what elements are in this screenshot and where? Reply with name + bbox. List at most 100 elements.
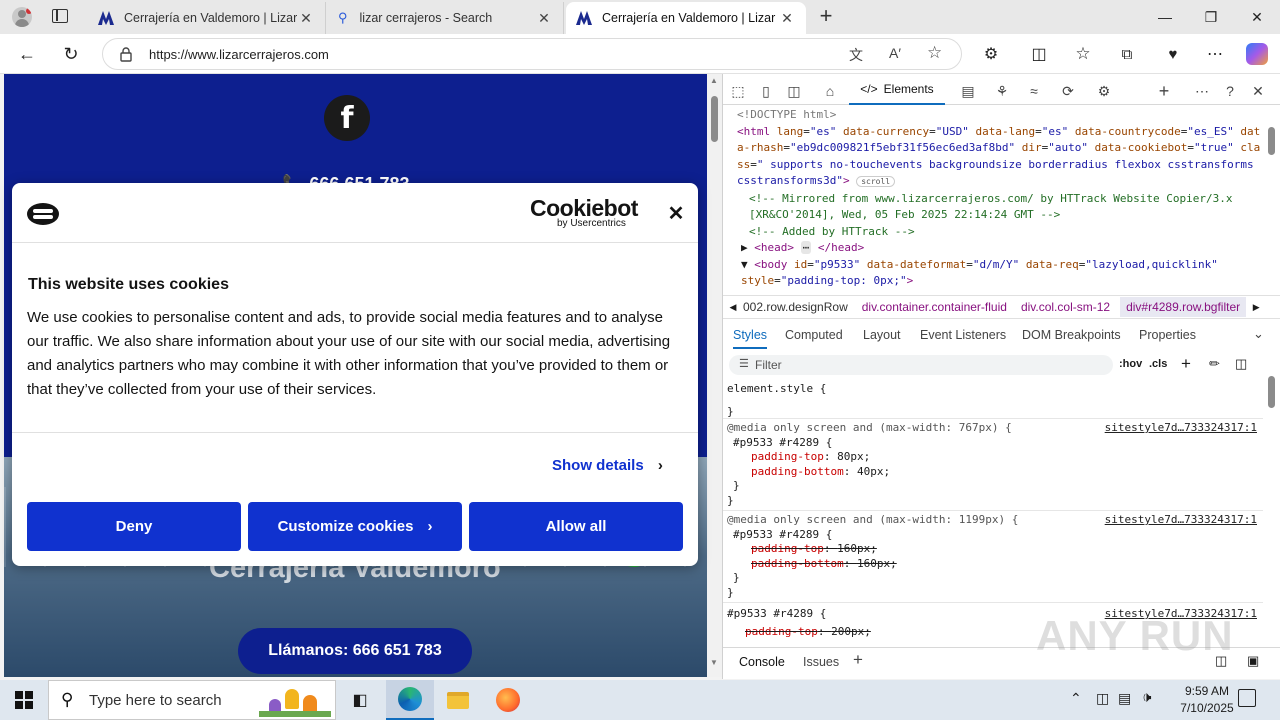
- breadcrumb-item[interactable]: div.container.container-fluid: [862, 300, 1007, 314]
- paint-brush-icon[interactable]: ✏: [1209, 356, 1220, 372]
- file-explorer-icon[interactable]: [434, 680, 482, 720]
- prop-name[interactable]: padding-bottom: [751, 465, 844, 478]
- settings-more-icon[interactable]: ⋯: [1200, 39, 1230, 69]
- back-button[interactable]: ←: [12, 39, 42, 69]
- welcome-home-icon[interactable]: ⌂: [819, 80, 841, 102]
- new-rule-plus-icon[interactable]: +: [1181, 354, 1191, 374]
- tab-elements[interactable]: </> Elements: [849, 74, 945, 105]
- tab-styles[interactable]: Styles: [733, 328, 768, 349]
- filter-box[interactable]: ☰ Filter: [729, 355, 1113, 375]
- tab-dom-breakpoints[interactable]: DOM Breakpoints: [1022, 328, 1121, 342]
- restore-button[interactable]: ❐: [1188, 0, 1234, 34]
- dom-head-node[interactable]: ▶ <head> ⋯ </head>: [737, 240, 1263, 257]
- dom-comment-1[interactable]: <!-- Mirrored from www.lizarcerrajeros.c…: [737, 191, 1263, 224]
- lock-icon[interactable]: [119, 46, 133, 62]
- address-bar[interactable]: https://www.lizarcerrajeros.com 文 A′ ☆: [102, 38, 962, 70]
- dock-icon[interactable]: ◫: [783, 80, 805, 102]
- prop-value[interactable]: 80px;: [837, 450, 870, 463]
- clock-date[interactable]: 7/10/2025: [1172, 701, 1242, 715]
- translate-icon[interactable]: 文: [849, 45, 863, 65]
- dom-comment-2[interactable]: <!-- Added by HTTrack -->: [737, 224, 1263, 241]
- tab-event-listeners[interactable]: Event Listeners: [920, 328, 1006, 342]
- close-devtools-icon[interactable]: ✕: [1247, 80, 1269, 102]
- minimize-button[interactable]: —: [1142, 0, 1188, 34]
- chevron-down-icon[interactable]: ⌄: [1253, 326, 1264, 342]
- rule-source-link[interactable]: sitestyle7d…733324317:1: [1105, 513, 1257, 528]
- tab-search[interactable]: ⚲ lizar cerrajeros - Search ✕: [328, 2, 564, 34]
- show-details-link[interactable]: Show details ›: [552, 457, 663, 474]
- url-text[interactable]: https://www.lizarcerrajeros.com: [149, 47, 329, 62]
- breadcrumb-right-icon[interactable]: ▶: [1246, 302, 1266, 313]
- customize-cookies-button[interactable]: Customize cookies ›: [248, 502, 462, 551]
- read-aloud-icon[interactable]: A′: [889, 45, 901, 61]
- breadcrumb-item[interactable]: 002.row.designRow: [743, 300, 848, 314]
- prop-name-struck[interactable]: padding-top: [745, 625, 818, 638]
- breadcrumb-item[interactable]: div.col.col-sm-12: [1021, 300, 1110, 314]
- dom-body-node[interactable]: ▼ <body id="p9533" data-dateformat="d/m/…: [737, 257, 1263, 290]
- more-options-icon[interactable]: ⋯: [1191, 80, 1213, 102]
- drawer-tab-issues[interactable]: Issues: [803, 655, 839, 669]
- prop-value-struck[interactable]: 160px;: [857, 557, 897, 570]
- network-tray-icon[interactable]: ◫: [1096, 690, 1109, 707]
- task-view-icon[interactable]: ◧: [336, 680, 384, 720]
- taskbar-search-box[interactable]: ⚲ Type here to search: [48, 680, 336, 720]
- inspect-icon[interactable]: ⬚: [727, 80, 749, 102]
- close-window-button[interactable]: ✕: [1234, 0, 1280, 34]
- tab-computed[interactable]: Computed: [785, 328, 843, 342]
- rule-media-1199[interactable]: @media only screen and (max-width: 1199p…: [723, 511, 1263, 603]
- device-toolbar-icon[interactable]: ▯: [755, 80, 777, 102]
- new-tab-button[interactable]: +: [814, 4, 838, 28]
- tab-lizar-active[interactable]: Cerrajería en Valdemoro | Lizar Ce ✕: [566, 2, 806, 34]
- scroll-badge[interactable]: scroll: [856, 176, 896, 187]
- favorites-icon[interactable]: ☆: [1068, 39, 1098, 69]
- memory-settings-icon[interactable]: ⚙: [1093, 80, 1115, 102]
- start-button[interactable]: [0, 680, 48, 720]
- rule-element-style[interactable]: element.style { }: [723, 379, 1263, 419]
- drawer-tab-console[interactable]: Console: [739, 655, 785, 669]
- split-screen-icon[interactable]: ◫: [1024, 39, 1054, 69]
- prop-name-struck[interactable]: padding-top: [751, 542, 824, 555]
- edge-taskbar-icon[interactable]: [386, 680, 434, 720]
- performance-icon[interactable]: ⟳: [1057, 80, 1079, 102]
- tab-actions-icon[interactable]: [52, 9, 68, 23]
- prop-name[interactable]: padding-top: [751, 450, 824, 463]
- drawer-close-icon[interactable]: ▣: [1247, 653, 1259, 669]
- prop-value[interactable]: 40px;: [857, 465, 890, 478]
- dom-doctype[interactable]: <!DOCTYPE html>: [737, 107, 1263, 124]
- tab-properties[interactable]: Properties: [1139, 328, 1196, 342]
- cls-toggle[interactable]: .cls: [1149, 358, 1167, 370]
- volume-icon[interactable]: 🕩: [1142, 689, 1151, 706]
- sources-bug-icon[interactable]: ⚘: [991, 80, 1013, 102]
- hov-toggle[interactable]: :hov: [1119, 358, 1142, 370]
- prop-value-struck[interactable]: 200px;: [831, 625, 871, 638]
- close-tab-icon[interactable]: ✕: [778, 10, 796, 27]
- drawer-add-plus-icon[interactable]: +: [853, 650, 863, 670]
- dom-html-node[interactable]: <html lang="es" data-currency="USD" data…: [737, 124, 1263, 191]
- browser-essentials-icon[interactable]: ♥: [1158, 39, 1188, 69]
- tab-lizar-1[interactable]: Cerrajería en Valdemoro | Lizar Ce ✕: [88, 2, 326, 34]
- rule-source-link[interactable]: sitestyle7d…733324317:1: [1105, 421, 1257, 436]
- prop-value-struck[interactable]: 160px;: [837, 542, 877, 555]
- help-icon[interactable]: ?: [1219, 80, 1241, 102]
- page-scrollbar[interactable]: ▲ ▼: [707, 74, 722, 677]
- notifications-icon[interactable]: [1238, 689, 1256, 707]
- prop-name-struck[interactable]: padding-bottom: [751, 557, 844, 570]
- expand-triangle-icon[interactable]: ▶: [741, 241, 748, 254]
- breadcrumb-item-selected[interactable]: div#r4289.row.bgfilter: [1120, 297, 1247, 317]
- console-errors-icon[interactable]: ▤: [957, 80, 979, 102]
- sidebar-toggle-icon[interactable]: ◫: [1235, 356, 1247, 372]
- scrollbar-thumb[interactable]: [711, 96, 718, 142]
- close-tab-icon[interactable]: ✕: [535, 10, 553, 27]
- collapse-triangle-icon[interactable]: ▼: [741, 258, 748, 271]
- head-ellipsis[interactable]: ⋯: [800, 241, 812, 254]
- breadcrumb-left-icon[interactable]: ◀: [723, 302, 743, 313]
- more-tools-plus-icon[interactable]: +: [1153, 80, 1175, 102]
- clock-time[interactable]: 9:59 AM: [1172, 684, 1242, 698]
- rule-media-767[interactable]: @media only screen and (max-width: 767px…: [723, 419, 1263, 511]
- collections-icon[interactable]: ⧉: [1112, 39, 1142, 69]
- profile-avatar[interactable]: [12, 7, 32, 27]
- extensions-icon[interactable]: ⚙: [976, 39, 1006, 69]
- copilot-icon[interactable]: [1242, 39, 1272, 69]
- cookie-close-button[interactable]: ✕: [664, 201, 688, 225]
- refresh-button[interactable]: ↻: [56, 39, 86, 69]
